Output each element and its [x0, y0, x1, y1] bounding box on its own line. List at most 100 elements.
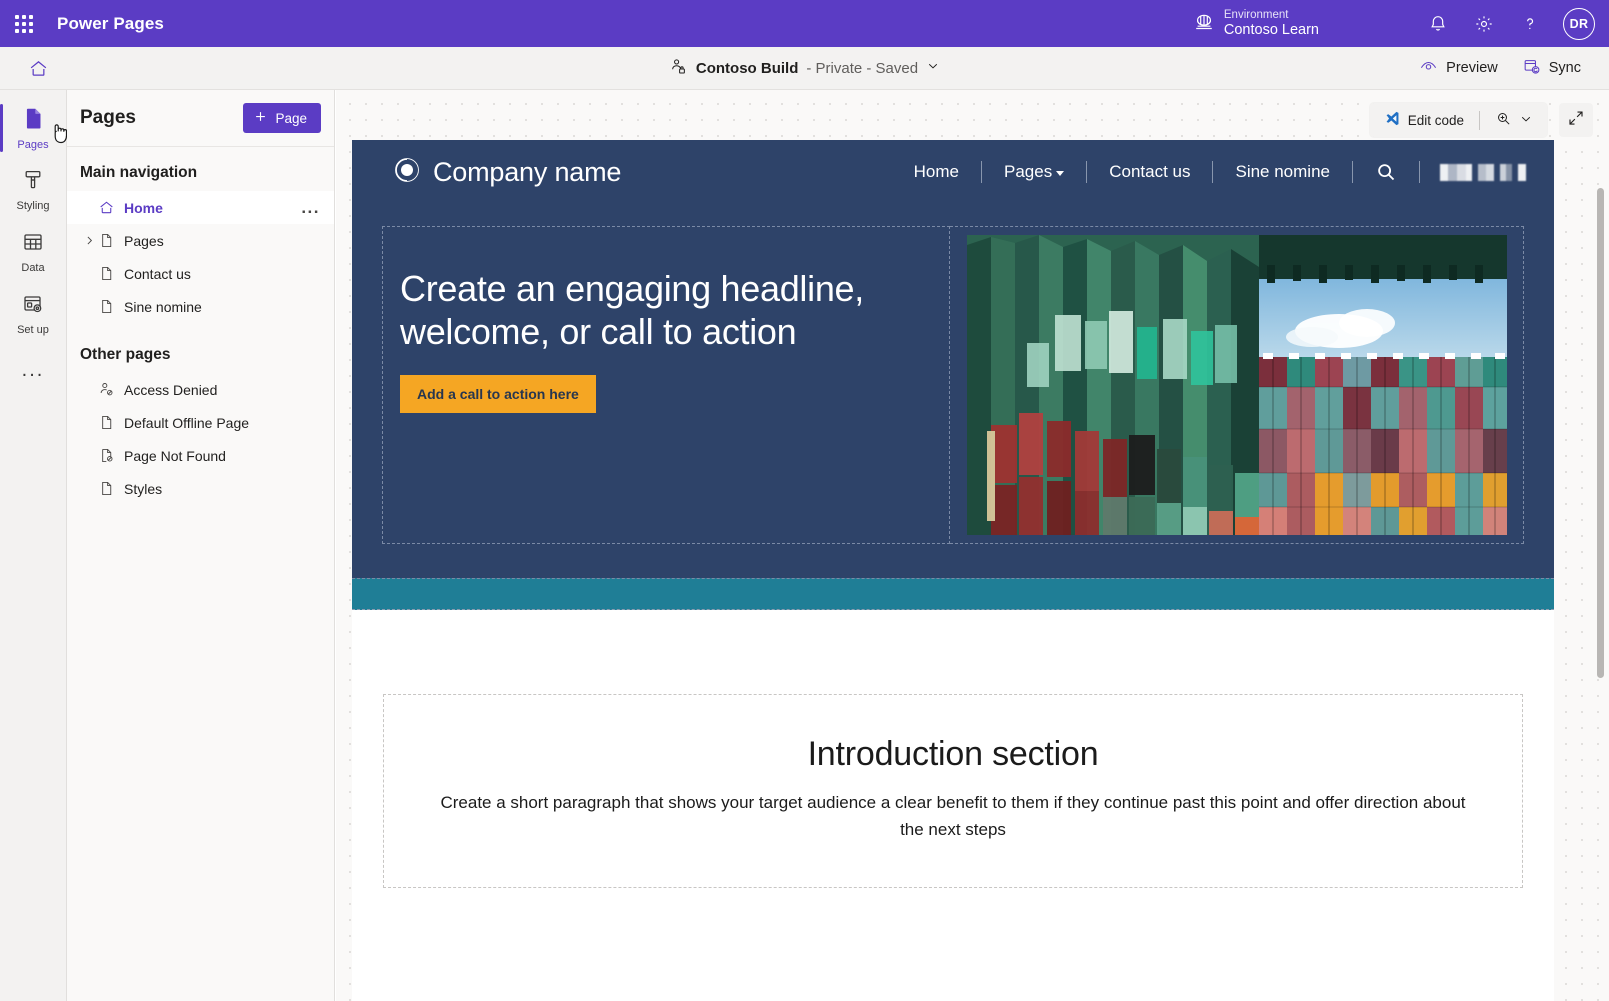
tree-item-label: Access Denied — [124, 382, 334, 398]
canvas-vertical-scrollbar[interactable] — [1597, 188, 1604, 678]
site-nav-sine-nomine[interactable]: Sine nomine — [1213, 162, 1352, 182]
section-heading-other-pages: Other pages — [67, 323, 334, 373]
toolbar-divider — [1479, 111, 1480, 130]
plus-icon — [253, 109, 268, 127]
rail-item-label: Styling — [16, 200, 49, 212]
app-title: Power Pages — [57, 14, 164, 34]
hero-image-block[interactable] — [950, 226, 1524, 544]
chevron-right-icon[interactable] — [80, 234, 98, 247]
tree-item-default-offline-page[interactable]: Default Offline Page — [67, 406, 334, 439]
person-blocked-icon — [98, 381, 124, 398]
site-name: Contoso Build — [696, 60, 798, 77]
brush-icon — [21, 168, 45, 197]
site-nav-contact-us[interactable]: Contact us — [1087, 162, 1212, 182]
file-icon — [98, 298, 124, 315]
environment-name: Contoso Learn — [1224, 22, 1319, 39]
hero-image — [967, 235, 1507, 535]
file-icon — [98, 480, 124, 497]
site-navigation: Home Pages Contact us Sine nomine — [892, 161, 1530, 183]
help-question-icon[interactable] — [1507, 0, 1553, 47]
app-launcher-waffle-icon[interactable] — [0, 0, 48, 47]
tree-item-contact-us[interactable]: Contact us — [67, 257, 334, 290]
edit-code-label: Edit code — [1408, 113, 1464, 128]
intro-heading: Introduction section — [428, 735, 1478, 774]
top-bar-right-group: Environment Contoso Learn DR — [1193, 0, 1609, 47]
pages-panel-header: Pages Page — [67, 90, 334, 147]
environment-selector[interactable]: Environment Contoso Learn — [1193, 9, 1319, 39]
add-page-button[interactable]: Page — [243, 103, 321, 133]
rail-item-label: Set up — [17, 324, 49, 336]
edit-code-button[interactable]: Edit code — [1376, 105, 1472, 135]
hero-section: Create an engaging headline, welcome, or… — [352, 204, 1554, 578]
vscode-icon — [1384, 110, 1401, 130]
tree-item-label: Pages — [124, 233, 334, 249]
tree-item-label: Home — [124, 200, 301, 216]
tree-item-styles[interactable]: Styles — [67, 472, 334, 505]
preview-eye-icon — [1419, 57, 1438, 80]
site-brand[interactable]: Company name — [394, 157, 621, 188]
site-title-dropdown[interactable]: Contoso Build - Private - Saved — [669, 57, 940, 80]
accent-color-band — [352, 578, 1554, 610]
site-header: Company name Home Pages Contact us Sine … — [352, 140, 1554, 204]
command-bar: Contoso Build - Private - Saved Preview — [0, 47, 1609, 90]
canvas-toolbar: Edit code — [1370, 103, 1547, 137]
tree-item-label: Sine nomine — [124, 299, 334, 315]
file-icon — [98, 414, 124, 431]
rail-item-styling[interactable]: Styling — [0, 162, 67, 218]
tree-item-pages[interactable]: Pages — [67, 224, 334, 257]
home-icon[interactable] — [18, 47, 58, 90]
tree-item-label: Contact us — [124, 266, 334, 282]
tree-item-page-not-found[interactable]: Page Not Found — [67, 439, 334, 472]
chevron-down-icon — [1519, 112, 1533, 129]
hero-text-block[interactable]: Create an engaging headline, welcome, or… — [382, 226, 950, 544]
nav-divider — [1419, 161, 1420, 183]
caret-down-icon — [1056, 171, 1064, 176]
rail-item-label: Data — [21, 262, 44, 274]
site-nav-pages-label: Pages — [1004, 162, 1052, 182]
preview-button[interactable]: Preview — [1409, 51, 1508, 86]
sync-button[interactable]: Sync — [1512, 51, 1591, 86]
settings-gear-icon[interactable] — [1461, 0, 1507, 47]
zoom-in-icon — [1495, 110, 1512, 130]
zoom-control-button[interactable] — [1487, 105, 1541, 135]
site-nav-home[interactable]: Home — [892, 162, 981, 182]
hero-headline: Create an engaging headline, welcome, or… — [400, 267, 927, 353]
add-page-label: Page — [275, 111, 307, 126]
notifications-bell-icon[interactable] — [1415, 0, 1461, 47]
pages-panel-title: Pages — [80, 107, 136, 129]
tree-item-home[interactable]: Home ... — [67, 191, 334, 224]
site-nav-pages[interactable]: Pages — [982, 162, 1086, 182]
environment-label: Environment — [1224, 9, 1319, 22]
expand-icon — [1567, 109, 1585, 132]
design-canvas: Edit code — [336, 90, 1609, 1001]
rail-item-pages[interactable]: Pages — [0, 100, 67, 156]
section-heading-main-navigation: Main navigation — [67, 147, 334, 191]
tree-item-label: Page Not Found — [124, 448, 334, 464]
site-search-icon[interactable] — [1353, 161, 1419, 183]
rail-item-data[interactable]: Data — [0, 224, 67, 280]
table-icon — [21, 230, 45, 259]
tree-item-access-denied[interactable]: Access Denied — [67, 373, 334, 406]
company-logo-icon — [394, 157, 420, 188]
home-icon — [98, 199, 124, 216]
expand-canvas-button[interactable] — [1559, 103, 1593, 137]
hero-cta-button[interactable]: Add a call to action here — [400, 375, 596, 413]
page-icon — [21, 106, 46, 136]
site-preview-frame: Company name Home Pages Contact us Sine … — [352, 140, 1554, 1001]
tree-item-sine-nomine[interactable]: Sine nomine — [67, 290, 334, 323]
tree-item-label: Default Offline Page — [124, 415, 334, 431]
rail-item-label: Pages — [17, 139, 48, 151]
setup-gear-icon — [21, 292, 45, 321]
intro-section-wrapper: Introduction section Create a short para… — [352, 610, 1554, 888]
user-avatar[interactable]: DR — [1563, 8, 1595, 40]
site-people-lock-icon — [669, 57, 688, 80]
rail-item-setup[interactable]: Set up — [0, 286, 67, 342]
rail-more-options-icon[interactable]: ... — [0, 350, 67, 390]
tree-item-overflow-icon[interactable]: ... — [301, 199, 320, 216]
sync-icon — [1522, 57, 1541, 80]
intro-section[interactable]: Introduction section Create a short para… — [383, 694, 1523, 888]
command-bar-actions: Preview Sync — [1409, 51, 1609, 86]
file-icon — [98, 265, 124, 282]
top-app-bar: Power Pages Environment Contoso Learn — [0, 0, 1609, 47]
pages-panel: Pages Page Main navigation Home ... Page… — [67, 90, 335, 1001]
